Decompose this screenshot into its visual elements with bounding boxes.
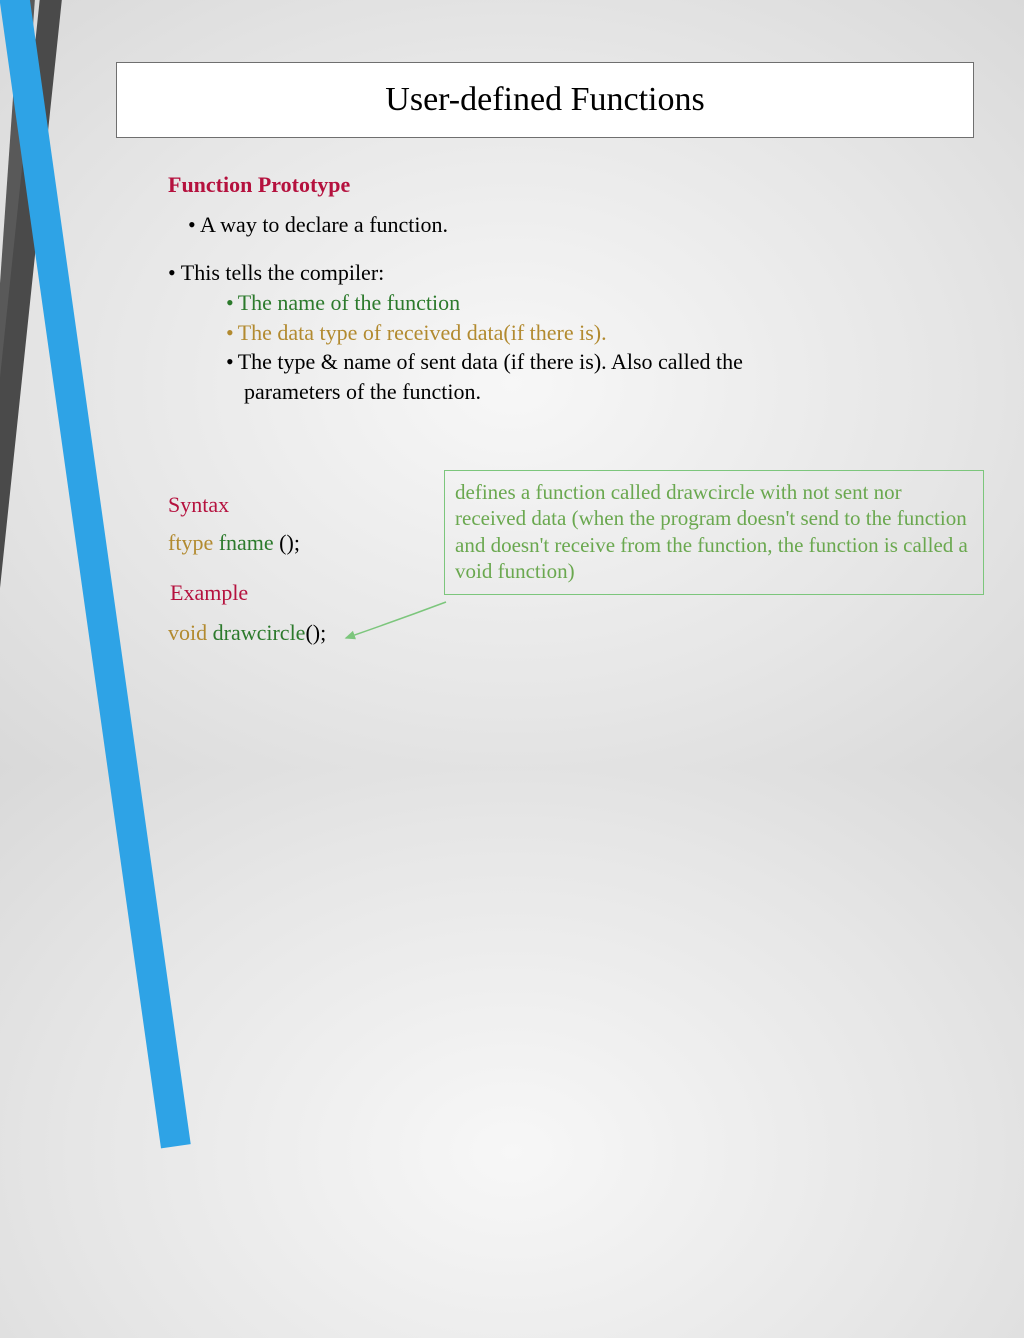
- example-tail: ();: [305, 620, 326, 645]
- sub-bullet-name-text: The name of the function: [238, 290, 460, 315]
- sub-bullet-name: •The name of the function: [226, 288, 743, 318]
- bullet-declare: • A way to declare a function.: [188, 210, 448, 240]
- syntax-tail: ();: [279, 530, 300, 555]
- bullet-compiler: • This tells the compiler:: [168, 258, 384, 288]
- sub-bullet-params-cont: parameters of the function.: [226, 377, 743, 407]
- callout-box: defines a function called drawcircle wit…: [444, 470, 984, 595]
- arrow-icon: [338, 600, 448, 660]
- syntax-ftype: ftype: [168, 530, 213, 555]
- example-label: Example: [170, 580, 248, 606]
- sub-bullet-params: •The type & name of sent data (if there …: [226, 347, 743, 377]
- sub-bullet-params-text: The type & name of sent data (if there i…: [238, 349, 743, 374]
- example-line: void drawcircle();: [168, 620, 326, 646]
- slide-title: User-defined Functions: [116, 62, 974, 138]
- section-heading: Function Prototype: [168, 172, 350, 198]
- syntax-fname: fname: [219, 530, 274, 555]
- example-name: drawcircle: [207, 620, 305, 645]
- sub-bullet-list: •The name of the function •The data type…: [226, 288, 743, 407]
- sub-bullet-datatype-text: The data type of received data(if there …: [238, 320, 607, 345]
- syntax-label: Syntax: [168, 492, 229, 518]
- syntax-line: ftype fname ();: [168, 530, 300, 556]
- stripe-blue: [0, 0, 191, 1148]
- sub-bullet-datatype: •The data type of received data(if there…: [226, 318, 743, 348]
- example-void: void: [168, 620, 207, 645]
